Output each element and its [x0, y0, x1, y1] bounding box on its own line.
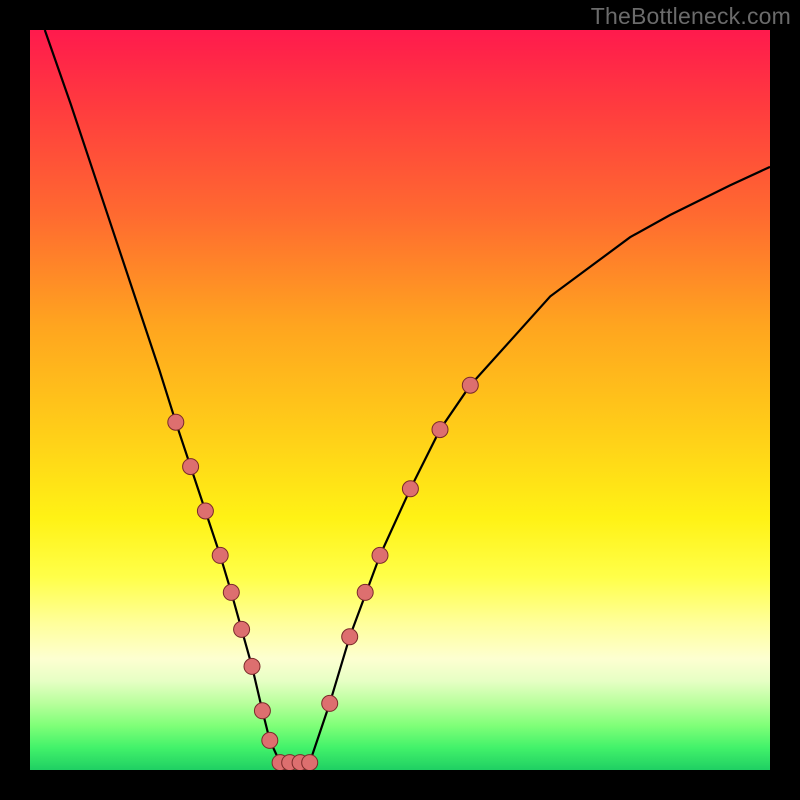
bead-marker: [357, 584, 373, 600]
bead-marker: [302, 755, 318, 770]
bead-marker: [372, 547, 388, 563]
chart-frame: TheBottleneck.com: [0, 0, 800, 800]
bead-marker: [462, 377, 478, 393]
bead-marker: [402, 481, 418, 497]
bead-marker: [168, 414, 184, 430]
bead-marker: [212, 547, 228, 563]
bottleneck-curve: [45, 30, 770, 763]
bead-marker: [322, 695, 338, 711]
bead-marker: [342, 629, 358, 645]
bead-marker: [432, 422, 448, 438]
bead-marker: [183, 459, 199, 475]
curve-beads: [168, 377, 479, 770]
bead-marker: [254, 703, 270, 719]
bead-marker: [244, 658, 260, 674]
curve-layer: [30, 30, 770, 770]
plot-area: [30, 30, 770, 770]
watermark-text: TheBottleneck.com: [591, 3, 791, 30]
bead-marker: [197, 503, 213, 519]
bead-marker: [262, 732, 278, 748]
bead-marker: [223, 584, 239, 600]
bead-marker: [234, 621, 250, 637]
